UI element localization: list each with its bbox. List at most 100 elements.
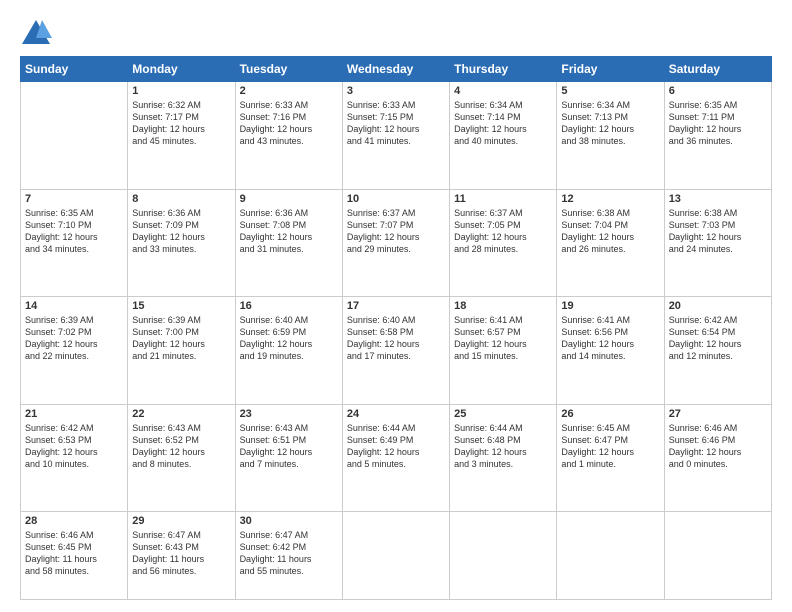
day-cell: 21Sunrise: 6:42 AM Sunset: 6:53 PM Dayli… (21, 404, 128, 512)
day-of-week-thursday: Thursday (450, 57, 557, 82)
day-number: 1 (132, 85, 230, 97)
day-number: 8 (132, 193, 230, 205)
day-number: 19 (561, 300, 659, 312)
day-cell: 30 Sunrise: 6:47 AM Sunset: 6:42 PM Dayli… (235, 512, 342, 600)
day-info: Sunrise: 6:33 AM Sunset: 7:16 PM Dayligh… (240, 99, 338, 148)
day-info: Sunrise: 6:44 AM Sunset: 6:49 PM Dayligh… (347, 422, 445, 471)
day-number: 6 (669, 85, 767, 97)
day-number: 15 (132, 300, 230, 312)
day-number: 25 (454, 408, 552, 420)
day-cell: 11 Sunrise: 6:37 AM Sunset: 7:05 PM Dayli… (450, 189, 557, 297)
day-info: Sunrise: 6:35 AM Sunset: 7:11 PM Dayligh… (669, 99, 767, 148)
calendar: SundayMondayTuesdayWednesdayThursdayFrid… (20, 56, 772, 600)
day-info: Sunrise: 6:41 AM Sunset: 6:56 PM Dayligh… (561, 314, 659, 363)
day-number: 12 (561, 193, 659, 205)
day-info: Sunrise: 6:39 AM Sunset: 7:00 PM Dayligh… (132, 314, 230, 363)
day-cell: 3 Sunrise: 6:33 AM Sunset: 7:15 PM Daylig… (342, 82, 449, 190)
day-number: 3 (347, 85, 445, 97)
day-info: Sunrise: 6:39 AM Sunset: 7:02 PM Dayligh… (25, 314, 123, 363)
week-row-4: 21Sunrise: 6:42 AM Sunset: 6:53 PM Dayli… (21, 404, 772, 512)
week-row-1: 1 Sunrise: 6:32 AM Sunset: 7:17 PM Daylig… (21, 82, 772, 190)
day-cell: 15 Sunrise: 6:39 AM Sunset: 7:00 PM Dayli… (128, 297, 235, 405)
day-number: 13 (669, 193, 767, 205)
day-cell: 9 Sunrise: 6:36 AM Sunset: 7:08 PM Daylig… (235, 189, 342, 297)
day-number: 23 (240, 408, 338, 420)
day-of-week-tuesday: Tuesday (235, 57, 342, 82)
day-cell: 29 Sunrise: 6:47 AM Sunset: 6:43 PM Dayli… (128, 512, 235, 600)
day-cell: 1 Sunrise: 6:32 AM Sunset: 7:17 PM Daylig… (128, 82, 235, 190)
day-cell: 26Sunrise: 6:45 AM Sunset: 6:47 PM Dayli… (557, 404, 664, 512)
day-number: 5 (561, 85, 659, 97)
day-cell: 5 Sunrise: 6:34 AM Sunset: 7:13 PM Daylig… (557, 82, 664, 190)
day-cell: 13 Sunrise: 6:38 AM Sunset: 7:03 PM Dayli… (664, 189, 771, 297)
day-cell: 24 Sunrise: 6:44 AM Sunset: 6:49 PM Dayli… (342, 404, 449, 512)
day-cell (450, 512, 557, 600)
day-number: 14 (25, 300, 123, 312)
day-cell: 19 Sunrise: 6:41 AM Sunset: 6:56 PM Dayli… (557, 297, 664, 405)
day-number: 7 (25, 193, 123, 205)
day-number: 16 (240, 300, 338, 312)
day-cell (557, 512, 664, 600)
day-info: Sunrise: 6:46 AM Sunset: 6:45 PM Dayligh… (25, 529, 123, 578)
day-number: 18 (454, 300, 552, 312)
day-cell: 28 Sunrise: 6:46 AM Sunset: 6:45 PM Dayli… (21, 512, 128, 600)
day-number: 17 (347, 300, 445, 312)
day-info: Sunrise: 6:33 AM Sunset: 7:15 PM Dayligh… (347, 99, 445, 148)
week-row-2: 7 Sunrise: 6:35 AM Sunset: 7:10 PM Daylig… (21, 189, 772, 297)
day-cell: 25 Sunrise: 6:44 AM Sunset: 6:48 PM Dayli… (450, 404, 557, 512)
day-info: Sunrise: 6:35 AM Sunset: 7:10 PM Dayligh… (25, 207, 123, 256)
day-number: 11 (454, 193, 552, 205)
day-number: 29 (132, 515, 230, 527)
day-info: Sunrise: 6:41 AM Sunset: 6:57 PM Dayligh… (454, 314, 552, 363)
day-cell: 8 Sunrise: 6:36 AM Sunset: 7:09 PM Daylig… (128, 189, 235, 297)
day-cell: 10 Sunrise: 6:37 AM Sunset: 7:07 PM Dayli… (342, 189, 449, 297)
day-cell: 14 Sunrise: 6:39 AM Sunset: 7:02 PM Dayli… (21, 297, 128, 405)
day-of-week-sunday: Sunday (21, 57, 128, 82)
day-info: Sunrise: 6:38 AM Sunset: 7:03 PM Dayligh… (669, 207, 767, 256)
logo-icon (20, 18, 52, 46)
day-of-week-monday: Monday (128, 57, 235, 82)
day-cell: 12 Sunrise: 6:38 AM Sunset: 7:04 PM Dayli… (557, 189, 664, 297)
day-info: Sunrise: 6:32 AM Sunset: 7:17 PM Dayligh… (132, 99, 230, 148)
day-info: Sunrise: 6:37 AM Sunset: 7:05 PM Dayligh… (454, 207, 552, 256)
day-info: Sunrise: 6:42 AM Sunset: 6:53 PM Dayligh… (25, 422, 123, 471)
day-number: 24 (347, 408, 445, 420)
header (20, 18, 772, 46)
day-info: Sunrise: 6:34 AM Sunset: 7:14 PM Dayligh… (454, 99, 552, 148)
day-cell: 6 Sunrise: 6:35 AM Sunset: 7:11 PM Daylig… (664, 82, 771, 190)
day-number: 4 (454, 85, 552, 97)
day-number: 27 (669, 408, 767, 420)
day-cell: 27Sunrise: 6:46 AM Sunset: 6:46 PM Dayli… (664, 404, 771, 512)
day-number: 2 (240, 85, 338, 97)
day-cell: 4 Sunrise: 6:34 AM Sunset: 7:14 PM Daylig… (450, 82, 557, 190)
day-info: Sunrise: 6:36 AM Sunset: 7:08 PM Dayligh… (240, 207, 338, 256)
day-info: Sunrise: 6:36 AM Sunset: 7:09 PM Dayligh… (132, 207, 230, 256)
day-number: 10 (347, 193, 445, 205)
logo (20, 18, 56, 46)
day-info: Sunrise: 6:37 AM Sunset: 7:07 PM Dayligh… (347, 207, 445, 256)
day-info: Sunrise: 6:34 AM Sunset: 7:13 PM Dayligh… (561, 99, 659, 148)
week-row-3: 14 Sunrise: 6:39 AM Sunset: 7:02 PM Dayli… (21, 297, 772, 405)
day-info: Sunrise: 6:40 AM Sunset: 6:59 PM Dayligh… (240, 314, 338, 363)
day-number: 28 (25, 515, 123, 527)
day-info: Sunrise: 6:47 AM Sunset: 6:43 PM Dayligh… (132, 529, 230, 578)
day-of-week-friday: Friday (557, 57, 664, 82)
day-info: Sunrise: 6:38 AM Sunset: 7:04 PM Dayligh… (561, 207, 659, 256)
week-row-5: 28 Sunrise: 6:46 AM Sunset: 6:45 PM Dayli… (21, 512, 772, 600)
day-number: 30 (240, 515, 338, 527)
day-cell: 20Sunrise: 6:42 AM Sunset: 6:54 PM Dayli… (664, 297, 771, 405)
day-info: Sunrise: 6:47 AM Sunset: 6:42 PM Dayligh… (240, 529, 338, 578)
day-info: Sunrise: 6:43 AM Sunset: 6:51 PM Dayligh… (240, 422, 338, 471)
day-cell: 17Sunrise: 6:40 AM Sunset: 6:58 PM Dayli… (342, 297, 449, 405)
page: SundayMondayTuesdayWednesdayThursdayFrid… (0, 0, 792, 612)
day-cell: 7 Sunrise: 6:35 AM Sunset: 7:10 PM Daylig… (21, 189, 128, 297)
day-number: 9 (240, 193, 338, 205)
day-header-row: SundayMondayTuesdayWednesdayThursdayFrid… (21, 57, 772, 82)
day-info: Sunrise: 6:43 AM Sunset: 6:52 PM Dayligh… (132, 422, 230, 471)
day-cell (342, 512, 449, 600)
day-info: Sunrise: 6:44 AM Sunset: 6:48 PM Dayligh… (454, 422, 552, 471)
day-of-week-wednesday: Wednesday (342, 57, 449, 82)
day-of-week-saturday: Saturday (664, 57, 771, 82)
day-number: 20 (669, 300, 767, 312)
day-cell: 22Sunrise: 6:43 AM Sunset: 6:52 PM Dayli… (128, 404, 235, 512)
